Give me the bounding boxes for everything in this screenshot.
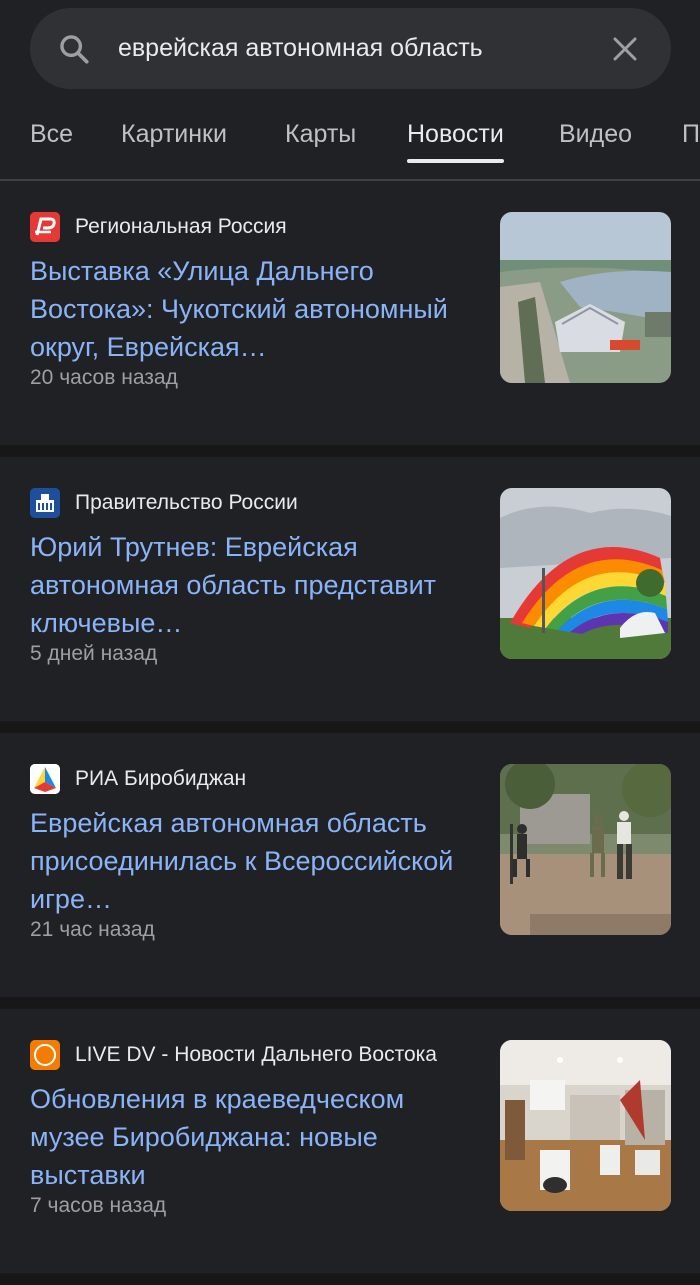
search-tabs: Все Картинки Карты Новости Видео П [0,100,700,180]
tab-maps[interactable]: Карты [285,120,356,149]
news-thumbnail[interactable] [500,1040,671,1211]
close-icon[interactable] [605,29,645,69]
news-source[interactable]: Правительство России [30,488,298,518]
news-card[interactable]: Правительство России Юрий Трутнев: Еврей… [0,457,700,721]
news-time: 20 часов назад [30,366,178,389]
source-name: LIVE DV - Новости Дальнего Востока [75,1043,437,1066]
card-separator [0,997,700,1009]
live-dv-logo-icon [30,1040,60,1070]
news-headline[interactable]: Еврейская автономная область присоединил… [30,804,470,918]
source-name: Правительство России [75,491,298,514]
news-source[interactable]: LIVE DV - Новости Дальнего Востока [30,1040,437,1070]
news-thumbnail[interactable] [500,212,671,383]
card-separator [0,445,700,457]
government-russia-logo-icon [30,488,60,518]
search-bar[interactable] [30,8,671,89]
tab-all[interactable]: Все [30,120,73,149]
tab-video[interactable]: Видео [559,120,632,149]
news-card[interactable]: LIVE DV - Новости Дальнего Востока Обнов… [0,1009,700,1273]
regional-russia-logo-icon [30,212,60,242]
news-source[interactable]: РИА Биробиджан [30,764,246,794]
search-input[interactable] [118,18,585,79]
news-headline[interactable]: Выставка «Улица Дальнего Востока»: Чукот… [30,252,470,366]
news-source[interactable]: Региональная Россия [30,212,287,242]
news-thumbnail[interactable] [500,764,671,935]
tab-news[interactable]: Новости [407,120,504,163]
news-time: 5 дней назад [30,642,158,665]
news-headline[interactable]: Юрий Трутнев: Еврейская автономная облас… [30,528,470,642]
search-icon[interactable] [56,31,92,67]
search-box[interactable] [30,8,671,89]
news-card[interactable]: Региональная Россия Выставка «Улица Даль… [0,181,700,445]
card-separator [0,721,700,733]
tab-more[interactable]: П [682,120,700,149]
tab-images[interactable]: Картинки [121,120,227,149]
news-time: 21 час назад [30,918,155,941]
news-time: 7 часов назад [30,1194,167,1217]
news-card[interactable]: РИА Биробиджан Еврейская автономная обла… [0,733,700,997]
ria-birobidzhan-logo-icon [30,764,60,794]
source-name: РИА Биробиджан [75,767,247,790]
news-thumbnail[interactable] [500,488,671,659]
source-name: Региональная Россия [75,215,287,238]
news-headline[interactable]: Обновления в краеведческом музее Биробид… [30,1080,470,1194]
